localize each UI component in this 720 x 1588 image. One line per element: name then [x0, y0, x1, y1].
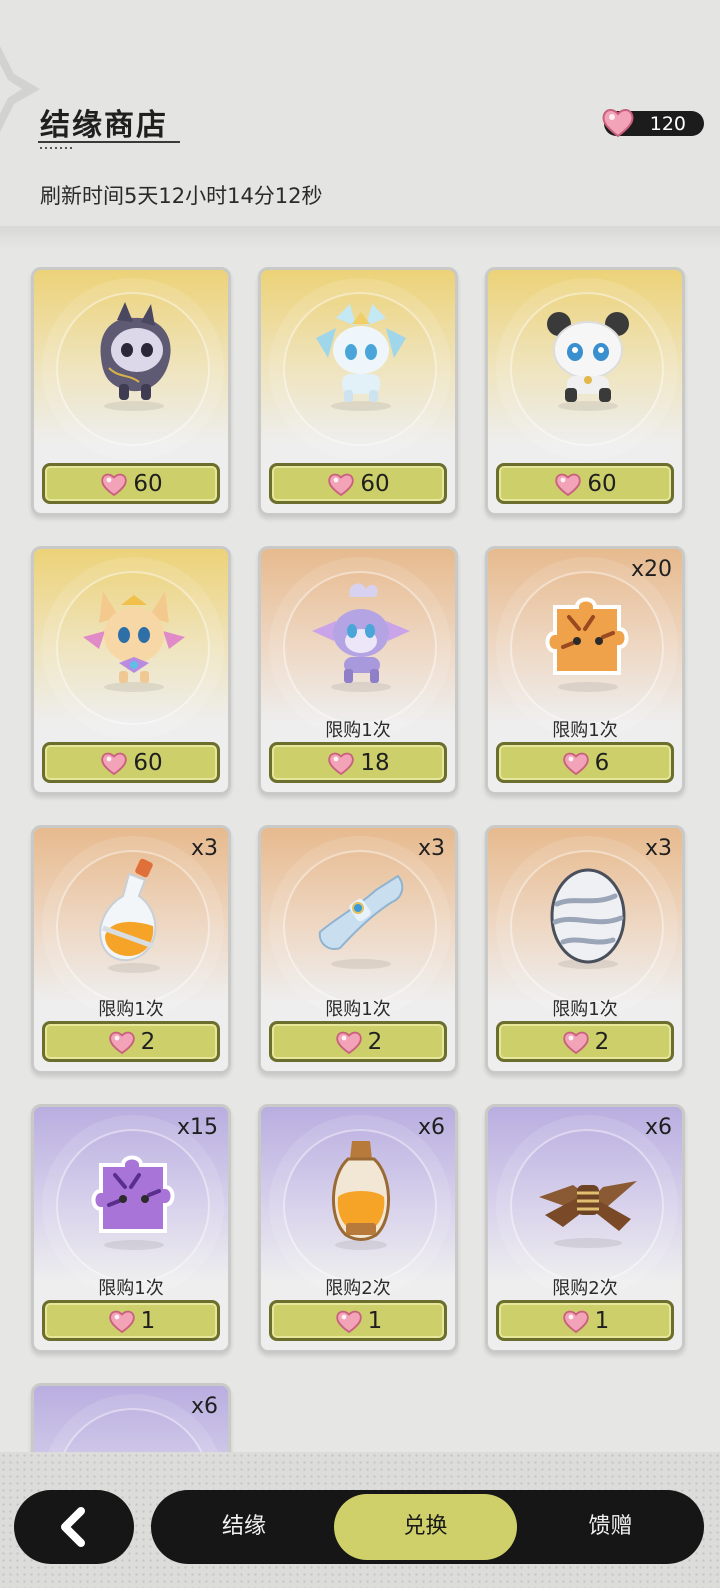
heart-gem-icon [328, 473, 355, 496]
price-value: 2 [367, 1028, 383, 1055]
price-button[interactable]: 60 [42, 463, 220, 504]
header-shadow [0, 226, 720, 250]
shop-item-card[interactable]: 限购1次 18 [258, 546, 458, 795]
heart-gem-icon [328, 752, 355, 775]
shop-item-card[interactable]: 60 [31, 546, 231, 795]
price-button[interactable]: 1 [42, 1300, 220, 1341]
purchase-limit: 限购1次 [552, 999, 618, 1020]
page-title: 结缘商店 [40, 108, 168, 143]
price-button[interactable]: 1 [496, 1300, 674, 1341]
refresh-timer: 刷新时间5天12小时14分12秒 [40, 184, 323, 208]
shop-item-card[interactable]: x3 限购1次 2 [258, 825, 458, 1074]
price-value: 18 [360, 749, 390, 776]
partial-item-icon [79, 1414, 189, 1452]
tiger-puzzle-piece-icon [545, 597, 629, 692]
item-quantity: x3 [190, 836, 218, 861]
purchase-limit: 限购2次 [325, 1278, 391, 1299]
shop-item-card[interactable]: x3 限购1次 2 [31, 825, 231, 1074]
price-button[interactable]: 18 [269, 742, 447, 783]
back-button[interactable] [14, 1490, 134, 1564]
item-quantity: x3 [417, 836, 445, 861]
heart-gem-icon [108, 1031, 135, 1054]
price-button[interactable]: 60 [42, 742, 220, 783]
tab-bar: 结缘 兑换 馈赠 [151, 1490, 704, 1564]
price-value: 2 [594, 1028, 610, 1055]
purchase-limit: 限购1次 [552, 720, 618, 741]
dark-cat-pet-icon [100, 302, 171, 411]
wood-bundle-icon [539, 1181, 637, 1248]
potion-bottle-icon [99, 858, 160, 973]
price-value: 60 [133, 749, 163, 776]
shop-item-card[interactable]: x15 限购1次 1 [31, 1104, 231, 1353]
purchase-limit: 限购1次 [325, 999, 391, 1020]
purchase-limit: 限购1次 [325, 720, 391, 741]
shop-item-card[interactable]: 60 [258, 267, 458, 516]
price-button[interactable]: 2 [42, 1021, 220, 1062]
purple-puzzle-piece-icon [91, 1155, 175, 1250]
title-dots [40, 147, 74, 149]
price-button[interactable]: 60 [496, 463, 674, 504]
price-value: 60 [360, 470, 390, 497]
fox-pet-icon [83, 591, 185, 692]
currency-amount: 120 [649, 113, 686, 135]
shop-item-card[interactable]: x6 [31, 1383, 231, 1452]
heart-gem-icon [101, 473, 128, 496]
item-quantity: x15 [176, 1115, 218, 1140]
scroll-icon [318, 874, 404, 969]
shop-item-card[interactable]: x3 限购1次 2 [485, 825, 685, 1074]
price-button[interactable]: 2 [496, 1021, 674, 1062]
item-quantity: x6 [190, 1394, 218, 1419]
heart-gem-icon [101, 752, 128, 775]
shop-item-card[interactable]: 60 [485, 267, 685, 516]
heart-gem-icon [335, 1310, 362, 1333]
lantern-bottle-icon [332, 1141, 390, 1250]
heart-gem-icon [555, 473, 582, 496]
heart-gem-icon [562, 1031, 589, 1054]
price-button[interactable]: 6 [496, 742, 674, 783]
price-value: 1 [367, 1307, 383, 1334]
price-button[interactable]: 1 [269, 1300, 447, 1341]
item-quantity: x3 [644, 836, 672, 861]
shop-item-card[interactable]: x6 限购2次 1 [485, 1104, 685, 1353]
purchase-limit: 限购1次 [98, 999, 164, 1020]
heart-gem-icon [562, 1310, 589, 1333]
shop-item-card[interactable]: x6 限购2次 1 [258, 1104, 458, 1353]
currency-balance: 120 [602, 109, 704, 138]
tab-jieyuan[interactable]: 结缘 [151, 1490, 337, 1564]
tab-kuizeng[interactable]: 馈赠 [517, 1490, 704, 1564]
purchase-limit: 限购1次 [98, 1278, 164, 1299]
price-button[interactable]: 2 [269, 1021, 447, 1062]
ice-crystal-pet-icon [316, 304, 406, 411]
purchase-limit: 限购2次 [552, 1278, 618, 1299]
tab-duihuan[interactable]: 兑换 [334, 1494, 517, 1560]
shop-item-card[interactable]: 60 [31, 267, 231, 516]
price-value: 60 [133, 470, 163, 497]
shop-item-card[interactable]: x20 限购1次 6 [485, 546, 685, 795]
price-button[interactable]: 60 [269, 463, 447, 504]
panda-pet-icon [547, 312, 629, 411]
chevron-left-icon [61, 1507, 85, 1547]
item-quantity: x6 [644, 1115, 672, 1140]
price-value: 2 [140, 1028, 156, 1055]
price-value: 1 [140, 1307, 156, 1334]
heart-gem-icon [562, 752, 589, 775]
title-underline [38, 141, 180, 143]
purple-deer-pet-icon [312, 583, 410, 692]
price-value: 60 [587, 470, 617, 497]
heart-gem-icon [108, 1310, 135, 1333]
price-value: 1 [594, 1307, 610, 1334]
egg-icon [550, 868, 626, 969]
item-quantity: x20 [630, 557, 672, 582]
heart-gem-icon [602, 109, 634, 138]
shop-grid: 60 60 60 60 限购1次 18 x20 限购1次 6 x3 限购1次 2 x3 限购1次 2 x3 限购… [0, 236, 720, 1452]
item-quantity: x6 [417, 1115, 445, 1140]
heart-gem-icon [335, 1031, 362, 1054]
price-value: 6 [594, 749, 610, 776]
